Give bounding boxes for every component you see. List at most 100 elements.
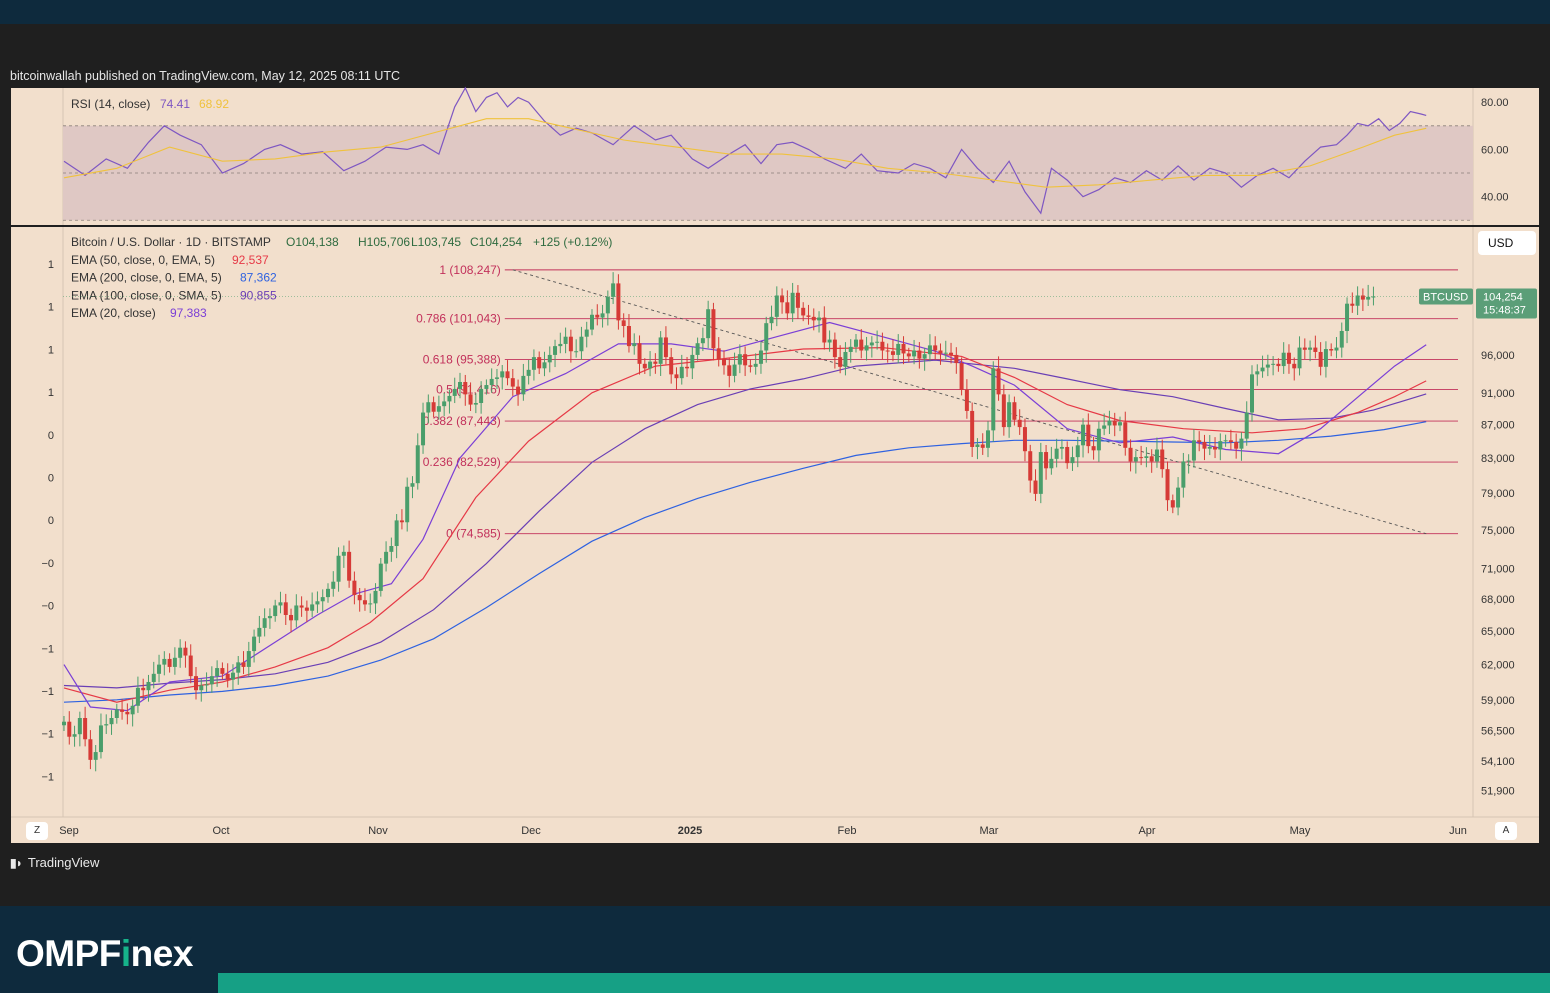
candle-body xyxy=(505,371,510,379)
brand-logo-text-end: nex xyxy=(130,933,194,974)
candle-body xyxy=(1012,402,1017,420)
candle-body xyxy=(262,618,267,628)
candle-body xyxy=(241,662,246,667)
indicator-label: EMA (200, close, 0, EMA, 5) xyxy=(71,271,222,285)
candle-body xyxy=(732,364,737,376)
candle-body xyxy=(1049,458,1054,469)
candle-body xyxy=(901,343,906,354)
candle-body xyxy=(896,343,901,355)
candle-body xyxy=(938,350,943,354)
candle-body xyxy=(1286,352,1291,364)
candle-body xyxy=(537,357,542,369)
candle-body xyxy=(146,681,151,691)
candle-body xyxy=(1075,445,1080,458)
candle-body xyxy=(1033,480,1038,494)
candle-body xyxy=(199,685,204,691)
candle-body xyxy=(986,430,990,448)
candle-body xyxy=(980,444,985,448)
auto-scale-right-button[interactable]: A xyxy=(1495,822,1517,840)
candle-body xyxy=(436,406,441,412)
candle-body xyxy=(859,339,864,351)
rsi-axis-tick: 40.00 xyxy=(1481,192,1509,204)
candle-body xyxy=(426,402,431,413)
left-scale-tick: −1 xyxy=(41,686,54,698)
rsi-legend-label: RSI (14, close) xyxy=(71,97,150,111)
fib-level-label: 1 (108,247) xyxy=(439,263,500,277)
fib-level-label: 0.786 (101,043) xyxy=(416,312,501,326)
time-axis-tick: Jun xyxy=(1449,825,1467,837)
time-axis-tick: Mar xyxy=(980,825,999,837)
candle-body xyxy=(1218,441,1223,450)
candle-body xyxy=(167,658,172,667)
candle-body xyxy=(384,551,389,564)
candle-body xyxy=(653,361,658,364)
price-axis-tick: 75,000 xyxy=(1481,525,1515,537)
candle-body xyxy=(500,371,505,378)
tradingview-mark-icon: ▮◗ xyxy=(10,855,23,870)
candle-body xyxy=(964,389,969,411)
candle-body xyxy=(204,684,209,686)
candle-body xyxy=(637,343,642,364)
time-axis-tick: May xyxy=(1290,825,1311,837)
candle-body xyxy=(1176,487,1181,508)
indicator-label: EMA (100, close, 0, SMA, 5) xyxy=(71,288,222,302)
candle-body xyxy=(389,546,394,552)
candle-body xyxy=(558,343,563,347)
auto-scale-left-button[interactable]: Z xyxy=(26,822,48,840)
last-price-value: 104,254 xyxy=(1483,291,1523,303)
candle-body xyxy=(1001,394,1006,428)
candle-body xyxy=(283,602,288,615)
fib-level-label: 0 (74,585) xyxy=(446,527,501,541)
candle-body xyxy=(648,361,653,369)
candle-body xyxy=(289,614,294,621)
candle-body xyxy=(246,651,251,667)
candle-body xyxy=(621,320,626,327)
price-axis-tick: 65,000 xyxy=(1481,626,1515,638)
price-axis-tick: 71,000 xyxy=(1481,564,1515,576)
candle-body xyxy=(209,676,214,685)
candle-body xyxy=(706,309,711,339)
candle-body xyxy=(663,337,668,358)
candle-body xyxy=(1149,456,1154,462)
candle-body xyxy=(1096,428,1101,451)
tradingview-logo[interactable]: ▮◗ TradingView xyxy=(10,855,99,870)
left-scale-tick: −1 xyxy=(41,729,54,741)
candle-body xyxy=(479,388,484,404)
candle-body xyxy=(568,336,573,352)
candle-body xyxy=(410,483,415,487)
candle-body xyxy=(1086,424,1091,447)
candle-body xyxy=(542,362,547,369)
candle-body xyxy=(880,341,885,351)
candle-body xyxy=(162,658,167,665)
price-axis-tick: 79,000 xyxy=(1481,488,1515,500)
candle-body xyxy=(1144,456,1149,458)
candle-body xyxy=(743,354,748,366)
candle-body xyxy=(748,365,753,367)
candle-body xyxy=(304,607,309,611)
time-axis-tick: Sep xyxy=(59,825,79,837)
candle-body xyxy=(415,445,420,484)
candle-body xyxy=(806,315,811,317)
left-scale-tick: 1 xyxy=(48,344,54,356)
candle-body xyxy=(1165,469,1170,501)
time-axis-tick: Feb xyxy=(838,825,857,837)
candle-body xyxy=(77,717,82,735)
candle-body xyxy=(1112,420,1117,426)
currency-button[interactable]: USD xyxy=(1478,231,1536,255)
candle-body xyxy=(368,603,373,605)
left-scale-tick: 0 xyxy=(48,473,54,485)
indicator-value: 92,537 xyxy=(232,253,269,267)
bar-countdown: 15:48:37 xyxy=(1483,304,1526,316)
candle-body xyxy=(584,329,589,337)
candle-body xyxy=(310,604,315,611)
candle-body xyxy=(869,342,874,346)
candle-body xyxy=(1360,295,1365,300)
candle-body xyxy=(674,374,679,379)
candle-body xyxy=(795,292,800,308)
candle-body xyxy=(817,317,822,321)
candle-body xyxy=(838,357,843,367)
time-axis-tick: Dec xyxy=(521,825,541,837)
time-axis-tick: Apr xyxy=(1138,825,1155,837)
candle-body xyxy=(378,563,383,591)
price-axis-tick: 56,500 xyxy=(1481,725,1515,737)
